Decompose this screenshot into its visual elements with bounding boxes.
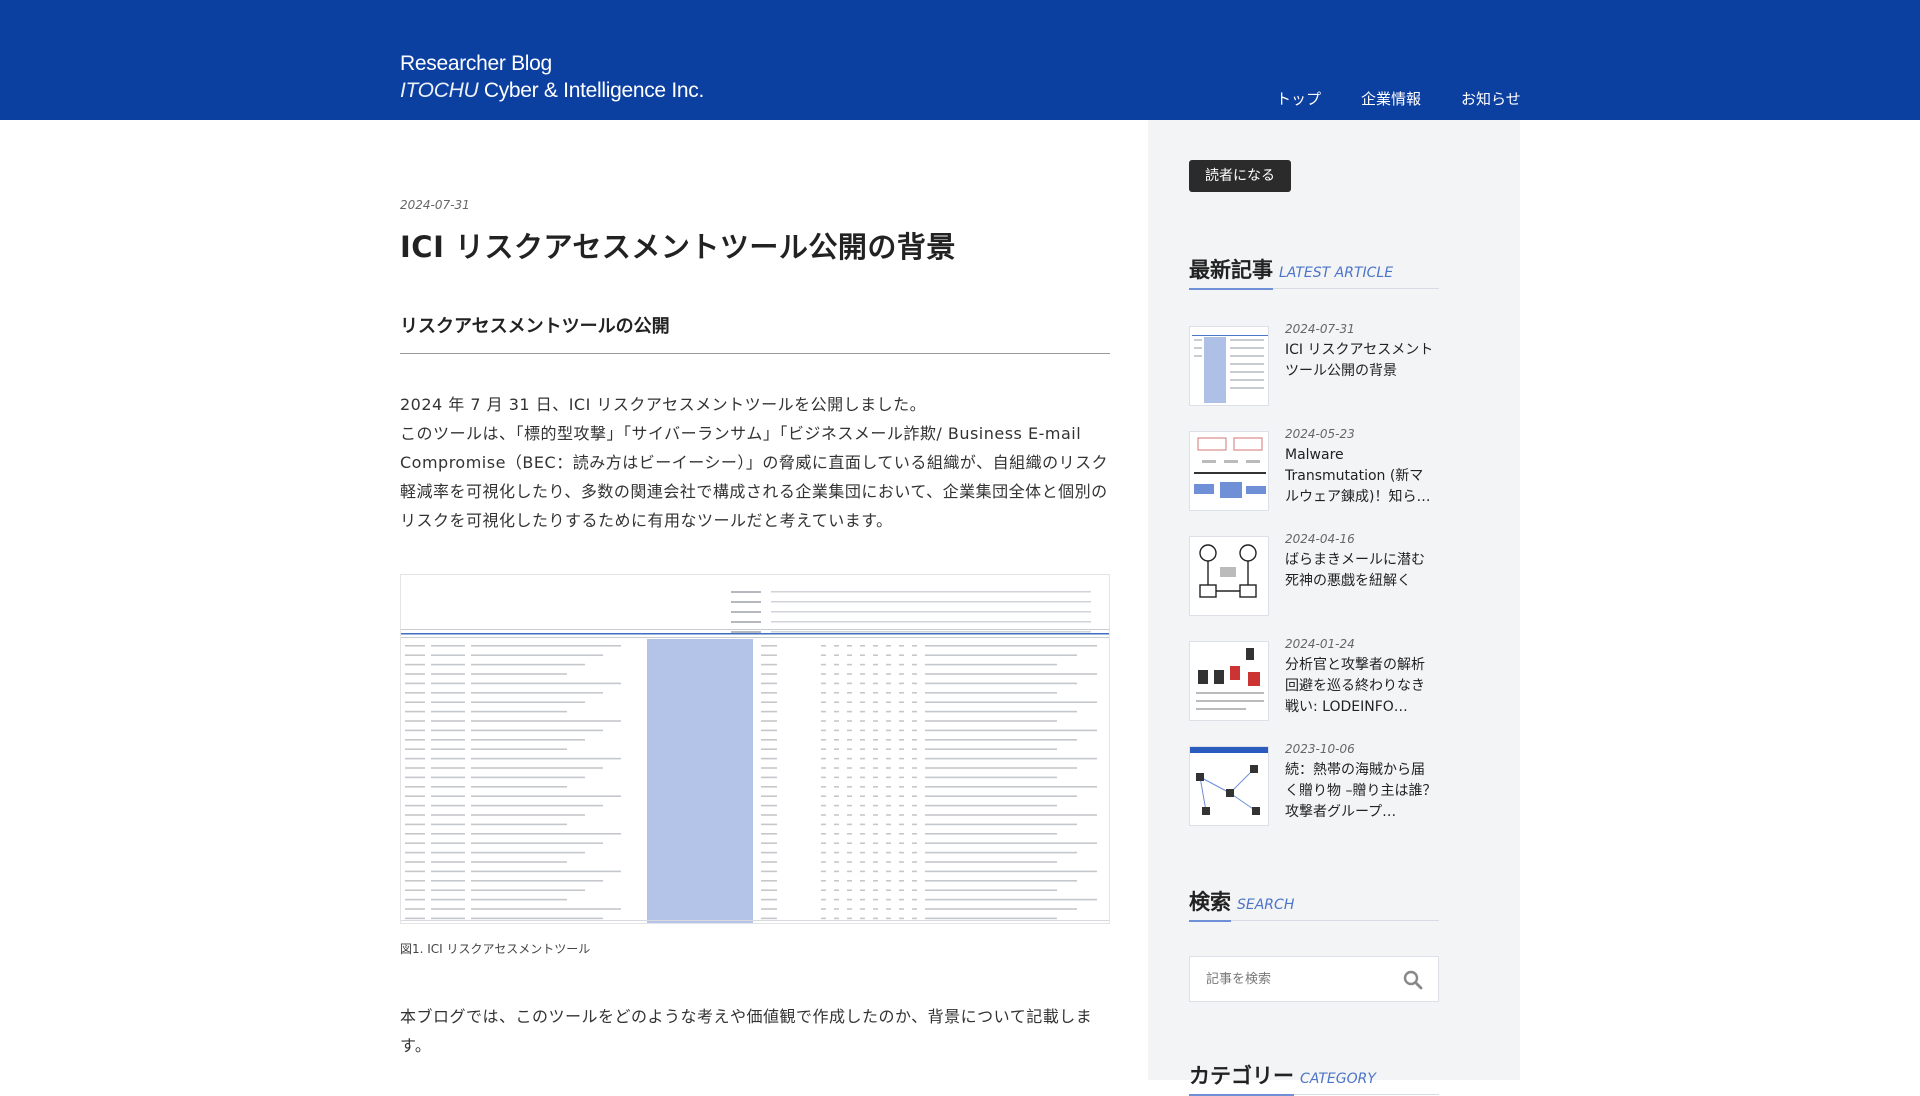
company-name: ITOCHU Cyber & Intelligence Inc. [400,77,704,104]
article-date: 2024-07-31 [400,198,470,212]
article-thumbnail [1189,431,1269,511]
company-name-italic: ITOCHU [400,79,479,102]
global-nav: トップ 企業情報 お知らせ [1236,88,1521,109]
paragraph-1-line-1: 2024 年 7 月 31 日、ICI リスクアセスメントツールを公開しました。 [400,395,927,414]
site-header: Researcher Blog ITOCHU Cyber & Intellige… [0,0,1920,120]
figure-risk-assessment-tool[interactable] [400,574,1110,924]
article-title-link[interactable]: 分析官と攻撃者の解析回避を巡る終わりなき戦い: LODEINFO… [1285,655,1437,718]
section-heading: リスクアセスメントツールの公開 [400,312,1110,354]
article-title-link[interactable]: Malware Transmutation (新マルウェア錬成)！知られざる… [1285,445,1437,508]
search-input[interactable] [1190,957,1390,1001]
latest-heading-jp: 最新記事 [1189,254,1273,290]
follow-button[interactable]: 読者になる [1189,160,1291,192]
latest-article-item[interactable]: 2024-04-16 ばらまきメールに潜む死神の悪戯を紐解く [1189,532,1449,616]
paragraph-1-line-2: このツールは、「標的型攻撃」「サイバーランサム」「ビジネスメール詐欺/ Busi… [400,424,1109,530]
latest-heading-en: LATEST ARTICLE [1279,265,1394,281]
site-brand[interactable]: Researcher Blog ITOCHU Cyber & Intellige… [400,50,704,104]
article-thumbnail [1189,746,1269,826]
article-thumbnail [1189,641,1269,721]
latest-articles-heading: 最新記事 LATEST ARTICLE [1189,254,1439,290]
nav-news[interactable]: お知らせ [1461,88,1521,109]
search-heading: 検索 SEARCH [1189,886,1439,922]
article-date: 2023-10-06 [1285,742,1355,756]
article-date: 2024-01-24 [1285,637,1355,651]
search-icon [1403,970,1423,990]
latest-article-item[interactable]: 2023-10-06 続：熱帯の海賊から届く贈り物 –贈り主は誰？攻撃者グループ… [1189,742,1449,826]
search-box [1189,956,1439,1002]
blog-name: Researcher Blog [400,52,552,75]
article-thumbnail [1189,536,1269,616]
company-name-rest: Cyber & Intelligence Inc. [478,79,704,102]
search-heading-en: SEARCH [1237,897,1295,913]
article-date: 2024-04-16 [1285,532,1355,546]
article-title-link[interactable]: 続：熱帯の海賊から届く贈り物 –贈り主は誰？攻撃者グループ… [1285,760,1437,823]
search-button[interactable] [1400,967,1426,993]
nav-company[interactable]: 企業情報 [1361,88,1421,109]
article-date: 2024-05-23 [1285,427,1355,441]
article-title[interactable]: ICI リスクアセスメントツール公開の背景 [400,224,956,266]
spreadsheet-image [401,575,1109,923]
nav-top[interactable]: トップ [1276,88,1321,109]
article-paragraph-2: 本ブログでは、このツールをどのような考えや価値観で作成したのか、背景について記載… [400,1007,1093,1055]
article-title-link[interactable]: ICI リスクアセスメントツール公開の背景 [1285,340,1437,382]
article-main: 2024-07-31 ICI リスクアセスメントツール公開の背景 リスクアセスメ… [400,120,1110,1080]
latest-article-item[interactable]: 2024-07-31 ICI リスクアセスメントツール公開の背景 [1189,322,1449,406]
article-paragraph-1: 2024 年 7 月 31 日、ICI リスクアセスメントツールを公開しました。… [400,390,1110,535]
figure-caption: 図1. ICI リスクアセスメントツール [400,942,591,956]
category-heading-en: CATEGORY [1300,1071,1376,1087]
search-heading-jp: 検索 [1189,886,1231,922]
article-date: 2024-07-31 [1285,322,1355,336]
latest-article-item[interactable]: 2024-01-24 分析官と攻撃者の解析回避を巡る終わりなき戦い: LODEI… [1189,637,1449,721]
sidebar: 読者になる 最新記事 LATEST ARTICLE 2024-07-31 ICI … [1148,120,1520,1096]
latest-article-item[interactable]: 2024-05-23 Malware Transmutation (新マルウェア… [1189,427,1449,511]
category-heading-jp: カテゴリー [1189,1060,1294,1096]
article-title-link[interactable]: ばらまきメールに潜む死神の悪戯を紐解く [1285,550,1437,592]
article-thumbnail [1189,326,1269,406]
category-heading: カテゴリー CATEGORY [1189,1060,1439,1096]
